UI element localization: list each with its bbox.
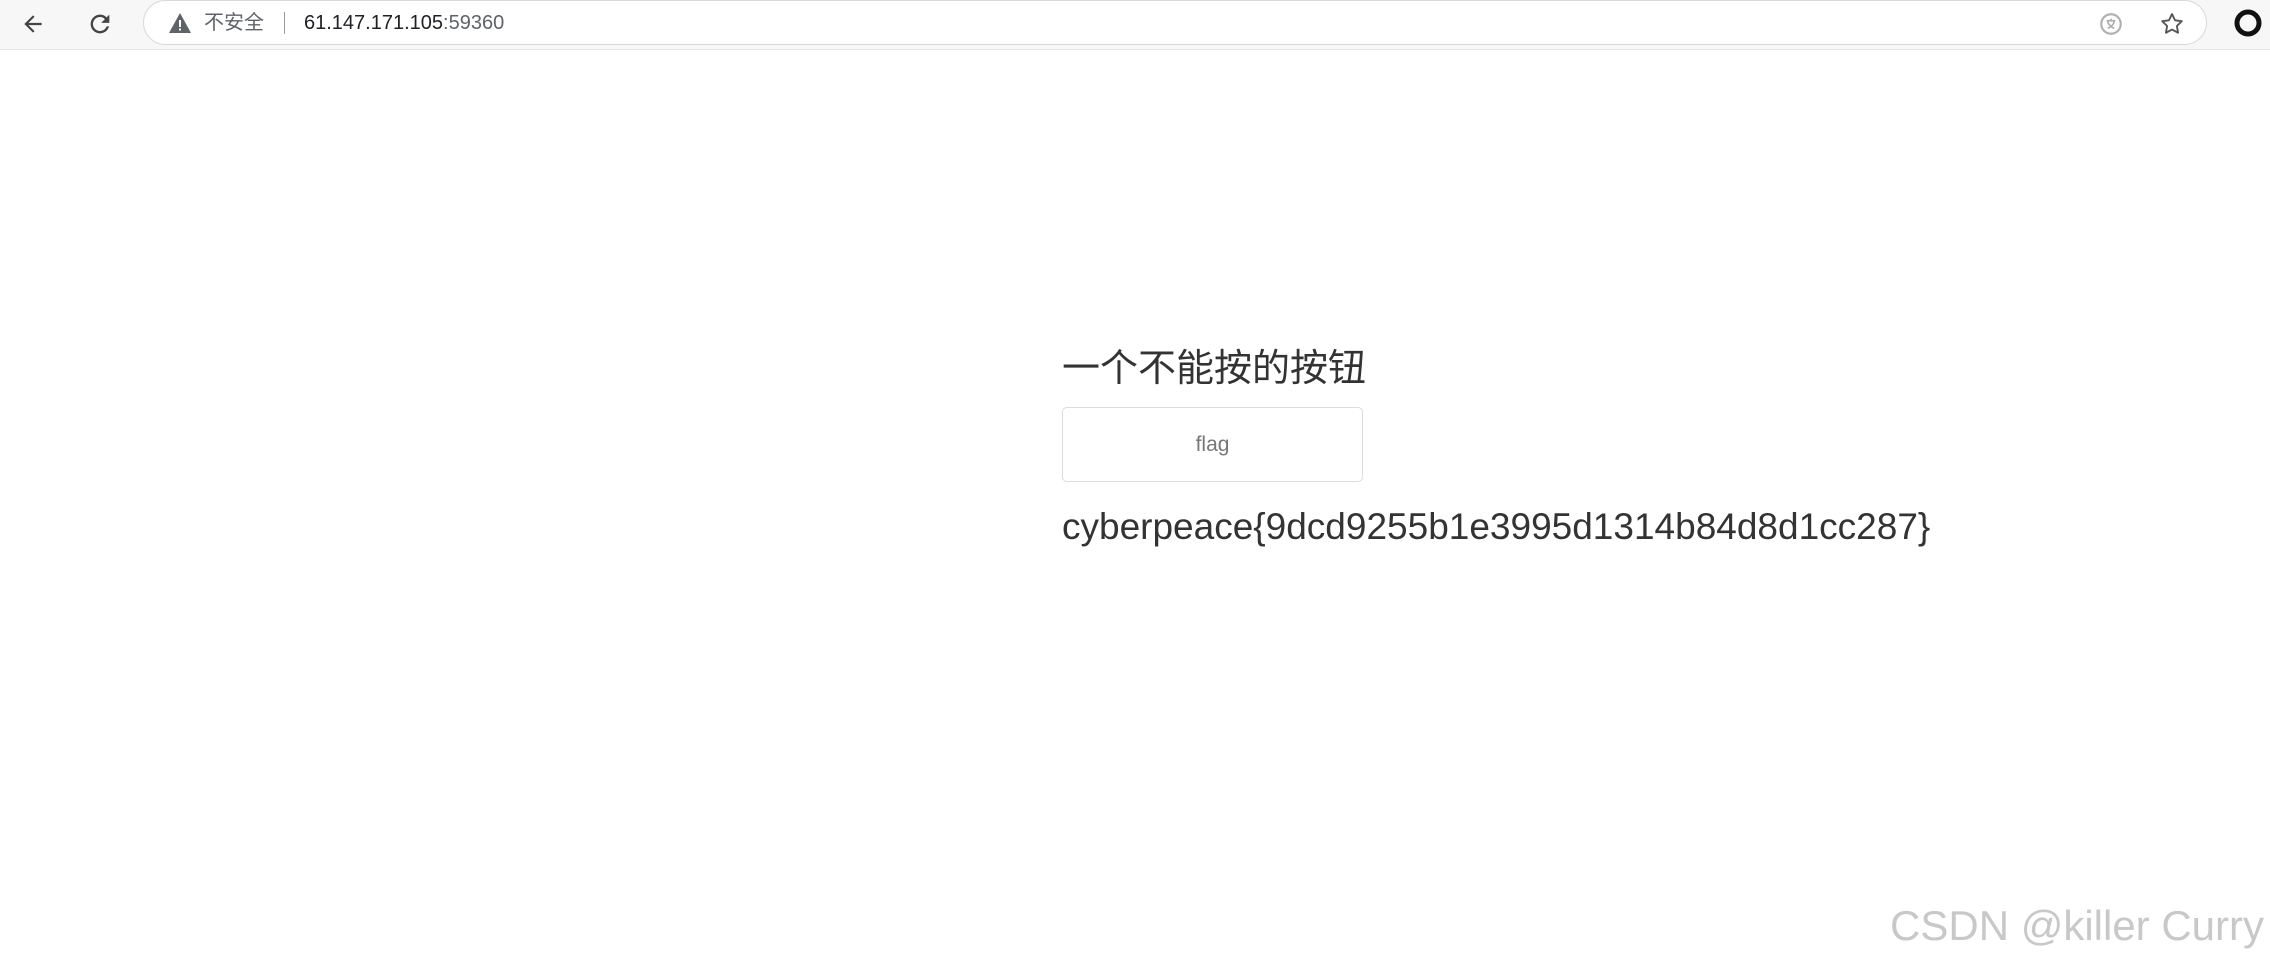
back-arrow-icon (20, 11, 46, 37)
security-status-label[interactable]: 不安全 (204, 11, 264, 35)
url-text[interactable]: 61.147.171.105:59360 (304, 11, 504, 35)
reload-button[interactable] (80, 4, 120, 44)
page-body: 一个不能按的按钮 flag cyberpeace{9dcd9255b1e3995… (0, 50, 2270, 955)
browser-toolbar: 不安全 61.147.171.105:59360 (0, 0, 2270, 50)
page-heading: 一个不能按的按钮 (1062, 348, 1367, 390)
csdn-watermark: CSDN @killer Curry (1890, 902, 2264, 949)
omnibox-divider (284, 12, 285, 34)
translate-icon[interactable] (2097, 10, 2125, 38)
url-port: :59360 (443, 12, 505, 34)
back-button[interactable] (13, 4, 53, 44)
url-host: 61.147.171.105 (304, 12, 444, 34)
profile-icon[interactable] (2234, 9, 2262, 37)
flag-button[interactable]: flag (1062, 407, 1363, 482)
star-icon[interactable] (2158, 10, 2186, 38)
warning-triangle-icon[interactable] (168, 12, 192, 34)
flag-result-text: cyberpeace{9dcd9255b1e3995d1314b84d8d1cc… (1062, 506, 1931, 547)
reload-icon (86, 10, 114, 38)
address-bar[interactable]: 不安全 61.147.171.105:59360 (143, 0, 2207, 45)
